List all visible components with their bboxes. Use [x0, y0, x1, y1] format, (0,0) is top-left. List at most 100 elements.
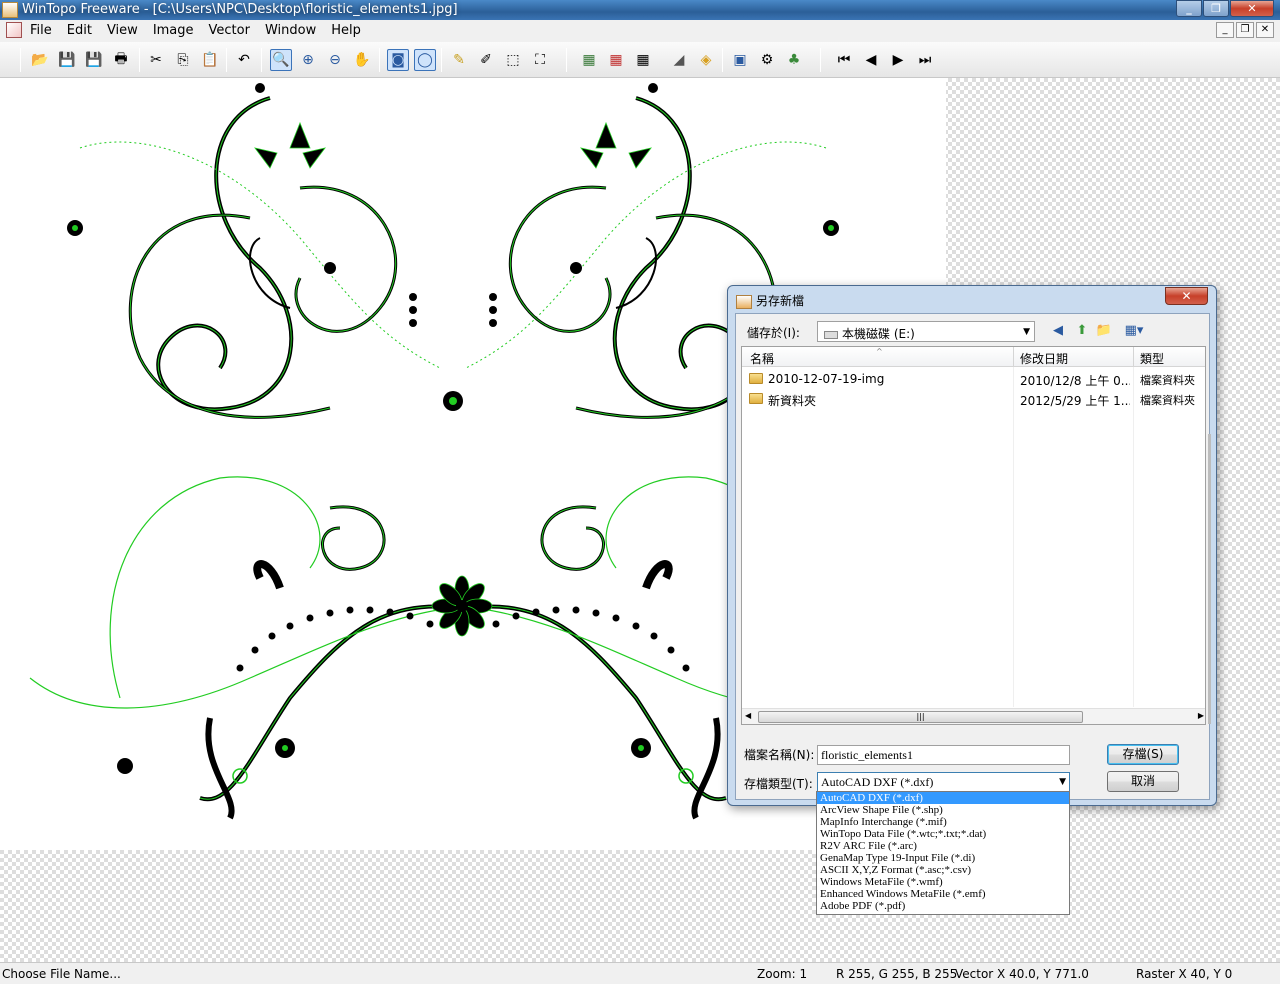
save-as-dialog: 另存新檔 ✕ 儲存於(I): 本機磁碟 (E:) ▼ ◀ ⬆ 📁 ▦▾ 名稱 ^…	[727, 285, 1217, 806]
zoom-in-icon[interactable]: ⊕	[297, 49, 319, 71]
chevron-down-icon: ▼	[1023, 327, 1030, 337]
zoom-select-icon[interactable]: 🔍	[270, 49, 292, 71]
sort-arrow-icon: ^	[876, 347, 883, 356]
folder-icon	[749, 393, 763, 404]
file-name: 2010-12-07-19-img	[768, 372, 885, 386]
menu-help[interactable]: Help	[331, 23, 361, 38]
file-date: 2010/12/8 上午 0...	[1020, 374, 1130, 388]
cut-icon[interactable]: ✂	[145, 49, 167, 71]
vectorize-1-icon[interactable]: ▦	[578, 49, 600, 71]
document-icon[interactable]	[6, 22, 22, 38]
file-date: 2012/5/29 上午 1...	[1020, 394, 1130, 408]
zoom-out-icon[interactable]: ⊖	[324, 49, 346, 71]
draw-line-icon[interactable]: ✐	[475, 49, 497, 71]
filetype-option-asc[interactable]: ASCII X,Y,Z Format (*.asc;*.csv)	[817, 864, 1069, 876]
view-raster-icon[interactable]: ◙	[387, 49, 409, 71]
file-list-header: 名稱 ^ 修改日期 類型	[742, 347, 1205, 367]
options-icon[interactable]: ▣	[729, 49, 751, 71]
dialog-app-icon	[736, 294, 752, 309]
layer-1-icon[interactable]: ◢	[668, 49, 690, 71]
file-name: 新資料夾	[768, 394, 817, 408]
tree-icon[interactable]: ♣	[783, 49, 805, 71]
drive-icon	[824, 330, 838, 339]
horizontal-scrollbar[interactable]: ◀ ||| ▶	[742, 708, 1205, 724]
filetype-option-pdf[interactable]: Adobe PDF (*.pdf)	[817, 900, 1069, 912]
file-type: 檔案資料夾	[1140, 394, 1195, 407]
filetype-options-list[interactable]: AutoCAD DXF (*.dxf) ArcView Shape File (…	[816, 791, 1070, 915]
menu-file[interactable]: File	[30, 23, 52, 38]
file-type: 檔案資料夾	[1140, 374, 1195, 387]
column-date[interactable]: 修改日期	[1020, 350, 1068, 367]
chevron-down-icon: ▼	[1059, 777, 1066, 787]
menu-edit[interactable]: Edit	[67, 23, 92, 38]
status-bar: Choose File Name... Zoom: 1 R 255, G 255…	[0, 962, 1280, 984]
vectorize-2-icon[interactable]: ▦	[605, 49, 627, 71]
erase-icon[interactable]: ⬚	[502, 49, 524, 71]
scroll-right-icon[interactable]: ▶	[1198, 711, 1204, 720]
mdi-close-button[interactable]: ✕	[1256, 22, 1274, 38]
filetype-option-dxf[interactable]: AutoCAD DXF (*.dxf)	[817, 792, 1069, 804]
next-icon[interactable]: ▶	[887, 49, 909, 71]
file-list[interactable]: 名稱 ^ 修改日期 類型 2010-12-07-19-img 2010/12/8…	[741, 346, 1206, 725]
file-row[interactable]: 新資料夾 2012/5/29 上午 1... 檔案資料夾	[742, 389, 1205, 409]
close-button[interactable]: ✕	[1230, 0, 1274, 17]
save-in-dropdown[interactable]: 本機磁碟 (E:) ▼	[817, 321, 1035, 342]
layer-2-icon[interactable]: ◈	[695, 49, 717, 71]
view-vector-icon[interactable]: ◯	[414, 49, 436, 71]
menu-window[interactable]: Window	[265, 23, 316, 38]
status-raster-coords: Raster X 40, Y 0	[1136, 967, 1233, 981]
pencil-icon[interactable]: ✎	[448, 49, 470, 71]
up-folder-icon[interactable]: ⬆	[1072, 321, 1092, 341]
filetype-value: AutoCAD DXF (*.dxf)	[821, 775, 934, 789]
filetype-label: 存檔類型(T):	[744, 777, 813, 791]
vectorize-3-icon[interactable]: ▦	[632, 49, 654, 71]
print-icon[interactable]: 🖶	[110, 49, 132, 71]
filetype-option-arc[interactable]: R2V ARC File (*.arc)	[817, 840, 1069, 852]
toolbar: 📂 💾 💾 🖶 ✂ ⎘ 📋 ↶ 🔍 ⊕ ⊖ ✋ ◙ ◯ ✎ ✐ ⬚ ⛶ ▦ ▦ …	[0, 42, 1280, 78]
filetype-select[interactable]: AutoCAD DXF (*.dxf) ▼	[817, 772, 1070, 793]
window-title: WinTopo Freeware - [C:\Users\NPC\Desktop…	[22, 2, 458, 17]
maximize-button[interactable]: ❐	[1203, 0, 1229, 17]
last-icon[interactable]: ⏭	[914, 49, 936, 71]
dialog-resize-edge	[1208, 434, 1211, 724]
settings-icon[interactable]: ⚙	[756, 49, 778, 71]
filetype-option-mif[interactable]: MapInfo Interchange (*.mif)	[817, 816, 1069, 828]
prev-icon[interactable]: ◀	[860, 49, 882, 71]
status-rgb: R 255, G 255, B 255	[836, 967, 958, 981]
pan-hand-icon[interactable]: ✋	[351, 49, 373, 71]
filetype-option-di[interactable]: GenaMap Type 19-Input File (*.di)	[817, 852, 1069, 864]
back-icon[interactable]: ◀	[1048, 321, 1068, 341]
menu-view[interactable]: View	[107, 23, 138, 38]
file-row[interactable]: 2010-12-07-19-img 2010/12/8 上午 0... 檔案資料…	[742, 369, 1205, 389]
paste-icon[interactable]: 📋	[199, 49, 221, 71]
mdi-minimize-button[interactable]: _	[1216, 22, 1234, 38]
filename-label: 檔案名稱(N):	[744, 748, 815, 762]
scroll-left-icon[interactable]: ◀	[745, 711, 751, 720]
filetype-option-emf[interactable]: Enhanced Windows MetaFile (*.emf)	[817, 888, 1069, 900]
cancel-button[interactable]: 取消	[1107, 771, 1179, 792]
mdi-restore-button[interactable]: ❐	[1236, 22, 1254, 38]
filetype-option-shp[interactable]: ArcView Shape File (*.shp)	[817, 804, 1069, 816]
app-icon	[2, 2, 18, 18]
dialog-close-button[interactable]: ✕	[1165, 287, 1208, 305]
open-icon[interactable]: 📂	[29, 49, 51, 71]
copy-icon[interactable]: ⎘	[172, 49, 194, 71]
first-icon[interactable]: ⏮	[833, 49, 855, 71]
save-icon[interactable]: 💾	[56, 49, 78, 71]
save-in-value: 本機磁碟 (E:)	[842, 327, 915, 341]
minimize-button[interactable]: _	[1176, 0, 1202, 17]
filetype-option-wmf[interactable]: Windows MetaFile (*.wmf)	[817, 876, 1069, 888]
new-folder-icon[interactable]: 📁	[1094, 321, 1114, 341]
column-type[interactable]: 類型	[1140, 350, 1164, 367]
view-menu-icon[interactable]: ▦▾	[1120, 321, 1148, 341]
crop-icon[interactable]: ⛶	[529, 49, 551, 71]
column-name[interactable]: 名稱	[750, 350, 774, 367]
undo-icon[interactable]: ↶	[233, 49, 255, 71]
menu-image[interactable]: Image	[153, 23, 194, 38]
menu-vector[interactable]: Vector	[209, 23, 250, 38]
save-button[interactable]: 存檔(S)	[1107, 744, 1179, 765]
save-as-icon[interactable]: 💾	[83, 49, 105, 71]
filename-input[interactable]: floristic_elements1	[817, 745, 1070, 765]
scroll-thumb[interactable]: |||	[758, 711, 1083, 723]
filetype-option-wtc[interactable]: WinTopo Data File (*.wtc;*.txt;*.dat)	[817, 828, 1069, 840]
